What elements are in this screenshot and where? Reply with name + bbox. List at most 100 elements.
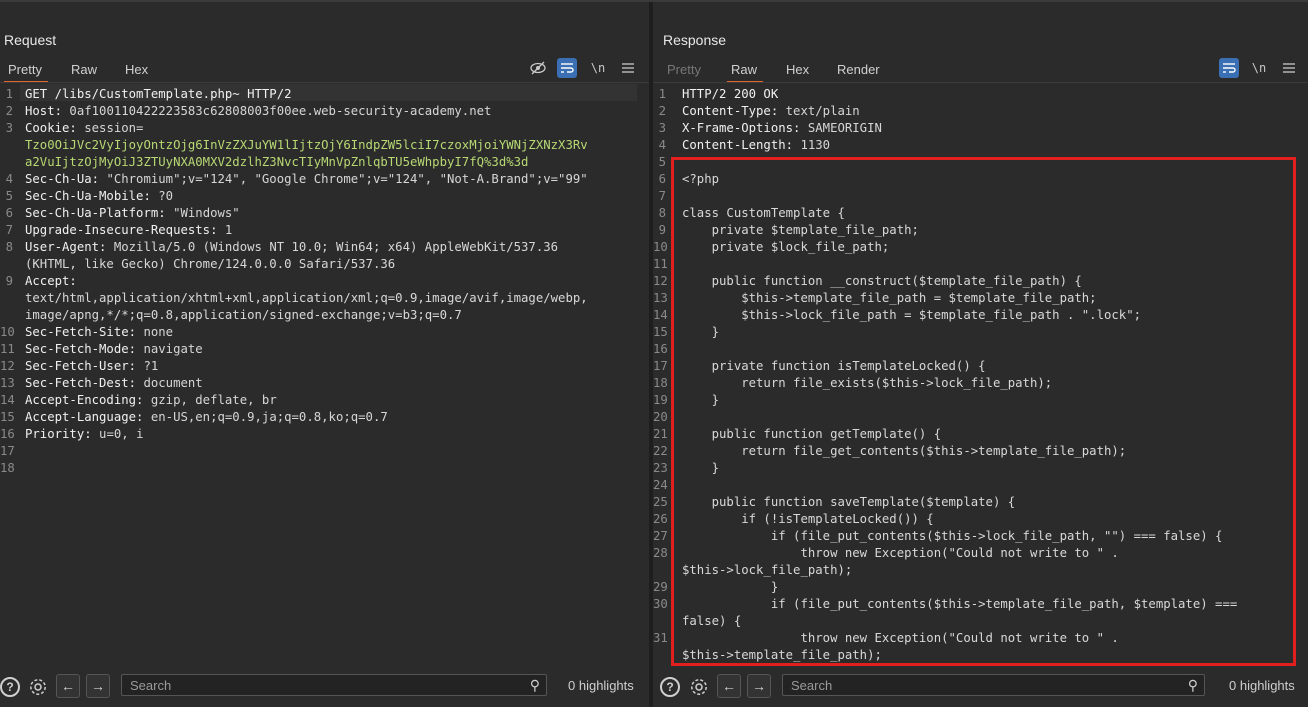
line-text: Accept:	[25, 273, 84, 290]
header-key: Content-Length:	[682, 138, 801, 152]
tab-raw[interactable]: Raw	[726, 59, 764, 83]
line-text: Content-Length: 1130	[682, 137, 830, 154]
line-text: Sec-Ch-Ua-Platform: "Windows"	[25, 205, 240, 222]
line-text: HTTP/2 200 OK	[682, 86, 778, 103]
line-text: X-Frame-Options: SAMEORIGIN	[682, 120, 882, 137]
request-search-box[interactable]: ⚲	[121, 674, 547, 696]
help-icon[interactable]: ?	[0, 677, 20, 697]
request-editor[interactable]: 1 GET /libs/CustomTemplate.php~ HTTP/2 2 Ho…	[0, 84, 649, 666]
line-number: 27	[653, 529, 668, 543]
line-value: SAMEORIGIN	[807, 121, 882, 135]
line-number: 15	[653, 325, 668, 339]
line-value: navigate	[143, 342, 203, 356]
next-match-button[interactable]: →	[747, 674, 771, 698]
prev-match-button[interactable]: ←	[56, 674, 80, 698]
line-value: "Chromium";v="124", "Google Chrome";v="1…	[106, 172, 588, 186]
line-value: 1	[224, 223, 233, 237]
prev-match-button[interactable]: ←	[717, 674, 741, 698]
response-search-input[interactable]	[789, 677, 1151, 694]
line-number: 11	[0, 342, 15, 356]
request-search-input[interactable]	[128, 677, 493, 694]
line-text: a2VuIjtzOjMyOiJ3ZTUyNXA0MXV2dzlhZ3NvcTIy…	[25, 154, 528, 171]
line-value: Mozilla/5.0 (Windows NT 10.0; Win64; x64…	[113, 240, 559, 254]
line-number: 9	[658, 223, 666, 237]
line-number: 6	[658, 172, 666, 186]
line-number: 12	[0, 359, 15, 373]
line-number: 2	[658, 104, 666, 118]
header-key: Sec-Fetch-User:	[25, 359, 144, 373]
line-number: 31	[653, 631, 668, 645]
next-match-button[interactable]: →	[86, 674, 110, 698]
line-number: 22	[653, 444, 668, 458]
line-text: Sec-Ch-Ua-Mobile: ?0	[25, 188, 173, 205]
line-number: 3	[5, 121, 13, 135]
line-number: 10	[653, 240, 668, 254]
line-number: 28	[653, 546, 668, 560]
tab-raw[interactable]: Raw	[71, 59, 97, 81]
header-key: Accept-Language:	[25, 410, 151, 424]
code-line: 14 Accept-Encoding: gzip, deflate, br	[0, 392, 649, 409]
tab-hex[interactable]: Hex	[125, 59, 148, 81]
code-line: text/html,application/xhtml+xml,applicat…	[0, 290, 649, 307]
line-text: Upgrade-Insecure-Requests: 1	[25, 222, 232, 239]
menu-icon[interactable]	[1279, 58, 1299, 78]
response-highlight-count: 0 highlights	[1229, 678, 1295, 693]
wrap-lines-icon[interactable]	[557, 58, 577, 78]
line-number: 1	[5, 87, 13, 101]
wrap-lines-icon[interactable]	[1219, 58, 1239, 78]
code-line: 11 Sec-Fetch-Mode: navigate	[0, 341, 649, 358]
tab-divider	[653, 82, 1308, 83]
request-title: Request	[4, 32, 57, 48]
response-title: Response	[663, 32, 727, 48]
newline-toggle[interactable]: \n	[1249, 58, 1269, 78]
header-key: Host:	[25, 104, 70, 118]
line-number: 12	[653, 274, 668, 288]
line-value: 1130	[800, 138, 831, 152]
line-text: Tzo0OiJVc2VyIjoyOntzOjg6InVzZXJuYW1lIjtz…	[25, 137, 588, 154]
hide-nonprintable-icon[interactable]	[528, 58, 548, 78]
settings-gear-icon[interactable]	[28, 677, 48, 697]
header-key: HTTP/2 200 OK	[682, 87, 779, 101]
line-text: User-Agent: Mozilla/5.0 (Windows NT 10.0…	[25, 239, 558, 256]
code-line: 13 Sec-Fetch-Dest: document	[0, 375, 649, 392]
line-number: 18	[0, 461, 15, 475]
line-text: Accept-Encoding: gzip, deflate, br	[25, 392, 277, 409]
line-value: "Windows"	[173, 206, 240, 220]
code-line: 15 Accept-Language: en-US,en;q=0.9,ja;q=0…	[0, 409, 649, 426]
code-line: a2VuIjtzOjMyOiJ3ZTUyNXA0MXV2dzlhZ3NvcTIy…	[0, 154, 649, 171]
code-line: 2 Host: 0af100110422223583c62808003f00ee.…	[0, 103, 649, 120]
line-number: 25	[653, 495, 668, 509]
line-number: 6	[5, 206, 13, 220]
newline-toggle[interactable]: \n	[588, 58, 608, 78]
line-number: 13	[653, 291, 668, 305]
line-value: document	[143, 376, 203, 390]
code-line: 1 HTTP/2 200 OK	[653, 86, 1308, 103]
response-search-box[interactable]: ⚲	[782, 674, 1205, 696]
tab-hex[interactable]: Hex	[786, 59, 809, 81]
line-text: Sec-Fetch-Site: none	[25, 324, 173, 341]
line-number: 15	[0, 410, 15, 424]
line-number: 24	[653, 478, 668, 492]
header-key: Accept:	[25, 274, 85, 288]
line-value: 0af100110422223583c62808003f00ee.web-sec…	[69, 104, 492, 118]
request-highlight-count: 0 highlights	[568, 678, 634, 693]
help-glyph: ?	[0, 677, 20, 697]
settings-gear-icon[interactable]	[689, 677, 709, 697]
tab-render[interactable]: Render	[837, 59, 880, 81]
header-key: Accept-Encoding:	[25, 393, 151, 407]
search-icon: ⚲	[1187, 677, 1198, 693]
help-icon[interactable]: ?	[660, 677, 680, 697]
code-line: 3 Cookie: session=	[0, 120, 649, 137]
line-text: Accept-Language: en-US,en;q=0.9,ja;q=0.8…	[25, 409, 388, 426]
response-bottom-bar: ? ← → ⚲ 0 highlights	[653, 669, 1308, 707]
menu-icon[interactable]	[618, 58, 638, 78]
tab-pretty[interactable]: Pretty	[4, 59, 48, 83]
line-number: 2	[5, 104, 13, 118]
line-text: Host: 0af100110422223583c62808003f00ee.w…	[25, 103, 491, 120]
code-line: 3 X-Frame-Options: SAMEORIGIN	[653, 120, 1308, 137]
line-number: 7	[5, 223, 13, 237]
line-value: text/html,application/xhtml+xml,applicat…	[25, 291, 588, 305]
code-line: Tzo0OiJVc2VyIjoyOntzOjg6InVzZXJuYW1lIjtz…	[0, 137, 649, 154]
line-number: 8	[5, 240, 13, 254]
line-number: 14	[653, 308, 668, 322]
